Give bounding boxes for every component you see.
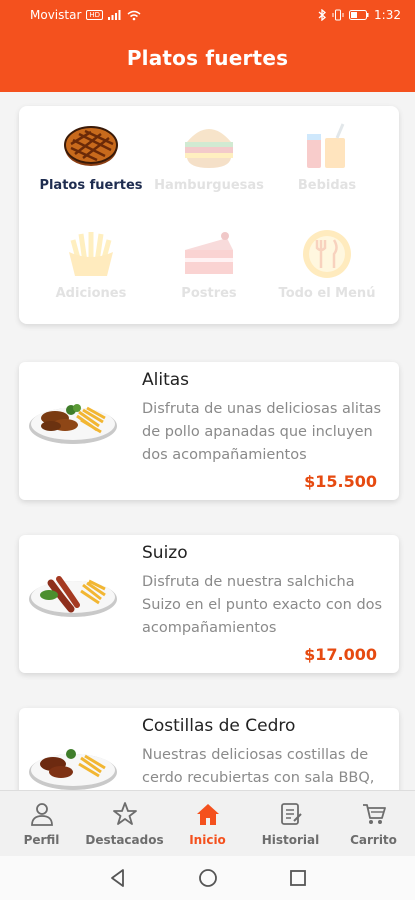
clock: 1:32: [374, 8, 401, 22]
drinks-icon: [307, 123, 345, 168]
bluetooth-icon: [318, 9, 327, 21]
home-circle-icon[interactable]: [197, 867, 219, 889]
category-postres[interactable]: Postres: [147, 228, 271, 301]
costillas-image: [29, 749, 117, 790]
nav-label: Carrito: [350, 833, 397, 847]
nav-historial[interactable]: Historial: [249, 791, 332, 856]
wifi-icon: [127, 10, 141, 20]
star-icon: [112, 802, 137, 825]
user-icon: [30, 803, 53, 826]
nav-label: Inicio: [189, 833, 226, 847]
cake-icon: [185, 232, 233, 274]
product-price: $17.000: [304, 645, 377, 664]
product-price: $15.500: [304, 472, 377, 491]
cart-icon: [362, 804, 386, 824]
fries-icon: [69, 232, 113, 276]
bottom-navigation: Perfil Destacados Inicio Historial Carri…: [0, 790, 415, 856]
burger-icon: [185, 129, 233, 168]
nav-destacados[interactable]: Destacados: [83, 791, 166, 856]
product-description: Disfruta de nuestra salchicha Suizo en e…: [142, 574, 383, 636]
steak-icon: [64, 126, 118, 166]
product-description: Nuestras deliciosas costillas de cerdo r…: [142, 747, 375, 786]
back-icon[interactable]: [107, 867, 129, 889]
nav-label: Perfil: [23, 833, 60, 847]
product-name: Costillas de Cedro: [142, 716, 296, 736]
battery-icon: [349, 10, 369, 20]
alitas-image: [29, 404, 117, 444]
signal-icon: [108, 10, 121, 20]
category-label: Platos fuertes: [39, 178, 143, 193]
nav-carrito[interactable]: Carrito: [332, 791, 415, 856]
page-title: Platos fuertes: [126, 46, 289, 70]
product-card-suizo[interactable]: Suizo Disfruta de nuestra salchicha Suiz…: [19, 535, 399, 673]
category-adiciones[interactable]: Adiciones: [29, 228, 153, 301]
category-label: Adiciones: [55, 286, 127, 301]
product-description: Disfruta de unas deliciosas alitas de po…: [142, 401, 382, 463]
cutlery-icon: [303, 230, 351, 278]
system-navigation-bar: [0, 856, 415, 900]
product-name: Alitas: [142, 370, 190, 390]
category-label: Bebidas: [297, 178, 357, 193]
category-platos-fuertes[interactable]: Platos fuertes: [29, 120, 153, 193]
category-label: Postres: [181, 286, 237, 301]
app-header: Movistar HD 1:32 Platos fuertes: [0, 0, 415, 92]
nav-perfil[interactable]: Perfil: [0, 791, 83, 856]
category-label: Todo el Menú: [278, 286, 376, 301]
category-todo-el-menu[interactable]: Todo el Menú: [265, 228, 389, 301]
carrier-badge: HD: [86, 10, 104, 20]
home-icon: [196, 804, 219, 825]
product-name: Suizo: [142, 543, 188, 563]
category-label: Hamburguesas: [154, 178, 264, 193]
status-bar: Movistar HD 1:32: [0, 0, 415, 30]
vibrate-icon: [332, 9, 344, 21]
nav-label: Historial: [261, 833, 320, 847]
nav-inicio[interactable]: Inicio: [166, 791, 249, 856]
history-icon: [280, 803, 302, 825]
category-bebidas[interactable]: Bebidas: [265, 120, 389, 193]
carrier-name: Movistar: [30, 8, 82, 22]
category-hamburguesas[interactable]: Hamburguesas: [147, 120, 271, 193]
suizo-image: [29, 576, 117, 617]
category-grid: Platos fuertes Hamburguesas Bebidas Adic…: [19, 106, 399, 324]
product-card-alitas[interactable]: Alitas Disfruta de unas deliciosas alita…: [19, 362, 399, 500]
nav-label: Destacados: [85, 833, 164, 847]
recents-icon[interactable]: [287, 867, 309, 889]
